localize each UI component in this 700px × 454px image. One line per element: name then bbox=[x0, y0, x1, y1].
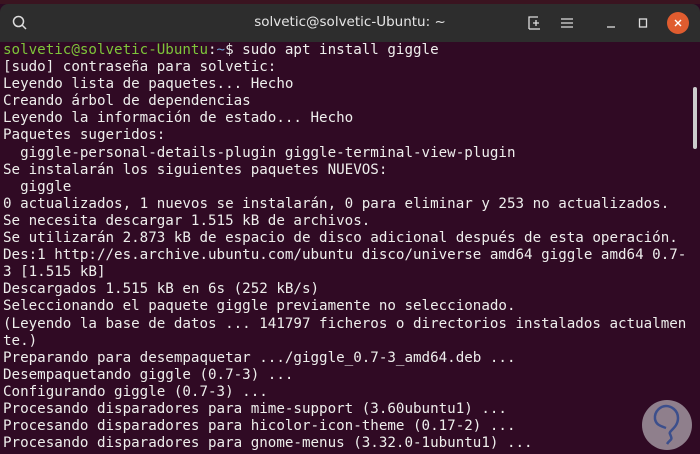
close-icon bbox=[674, 19, 682, 27]
new-tab-icon bbox=[528, 16, 540, 30]
output-line: Des:1 http://es.archive.ubuntu.com/ubunt… bbox=[3, 247, 687, 264]
output-line: [sudo] contraseña para solvetic: bbox=[3, 59, 277, 76]
prompt-line: solvetic@solvetic-Ubuntu:~$ sudo apt ins… bbox=[3, 42, 439, 58]
output-line: Se necesita descargar 1.515 kB de archiv… bbox=[3, 212, 371, 229]
terminal-output[interactable]: solvetic@solvetic-Ubuntu:~$ sudo apt ins… bbox=[0, 42, 700, 454]
output-line: Configurando giggle (0.7-3) ... bbox=[3, 383, 268, 400]
output-line: giggle-personal-details-plugin giggle-te… bbox=[3, 144, 516, 161]
output-line: Preparando para desempaquetar .../giggle… bbox=[3, 349, 516, 366]
output-line: Procesando disparadores para gnome-menus… bbox=[3, 435, 533, 452]
output-line: te.) bbox=[3, 332, 38, 349]
maximize-icon bbox=[638, 18, 648, 28]
prompt-path: ~ bbox=[216, 42, 226, 58]
close-button[interactable] bbox=[667, 12, 689, 34]
output-line: Seleccionando el paquete giggle previame… bbox=[3, 298, 516, 315]
output-line: Procesando disparadores para mime-suppor… bbox=[3, 400, 507, 417]
output-line: Se instalarán los siguientes paquetes NU… bbox=[3, 161, 388, 178]
output-line: Procesando disparadores para hicolor-ico… bbox=[3, 418, 516, 435]
command-text: sudo apt install giggle bbox=[233, 42, 439, 58]
output-line: Creando árbol de dependencias bbox=[3, 93, 251, 110]
menu-button[interactable] bbox=[556, 12, 578, 34]
maximize-button[interactable] bbox=[632, 12, 654, 34]
prompt-user-host: solvetic@solvetic-Ubuntu bbox=[3, 42, 208, 58]
menu-icon bbox=[561, 18, 573, 28]
output-line: Descargados 1.515 kB en 6s (252 kB/s) bbox=[3, 281, 320, 298]
scrollbar[interactable] bbox=[693, 87, 697, 149]
output-line: 3 [1.515 kB] bbox=[3, 264, 106, 281]
terminal-text: solvetic@solvetic-Ubuntu:~$ sudo apt ins… bbox=[3, 42, 695, 452]
minimize-button[interactable] bbox=[600, 12, 622, 34]
watermark-logo bbox=[642, 400, 692, 450]
prompt-symbol: $ bbox=[225, 42, 234, 58]
output-line: giggle bbox=[3, 178, 72, 195]
output-line: Paquetes sugeridos: bbox=[3, 127, 166, 144]
output-line: Leyendo lista de paquetes... Hecho bbox=[3, 76, 294, 93]
minimize-icon bbox=[607, 26, 615, 28]
window-title: solvetic@solvetic-Ubuntu: ~ bbox=[254, 14, 446, 30]
output-line: Se utilizarán 2.873 kB de espacio de dis… bbox=[3, 230, 678, 247]
output-line: 0 actualizados, 1 nuevos se instalarán, … bbox=[3, 195, 670, 212]
title-bar: solvetic@solvetic-Ubuntu: ~ bbox=[0, 4, 700, 42]
output-line: (Leyendo la base de datos ... 141797 fic… bbox=[3, 315, 687, 332]
output-line: Desempaquetando giggle (0.7-3) ... bbox=[3, 366, 294, 383]
new-tab-button[interactable] bbox=[524, 12, 546, 34]
output-line: Leyendo la información de estado... Hech… bbox=[3, 110, 354, 127]
